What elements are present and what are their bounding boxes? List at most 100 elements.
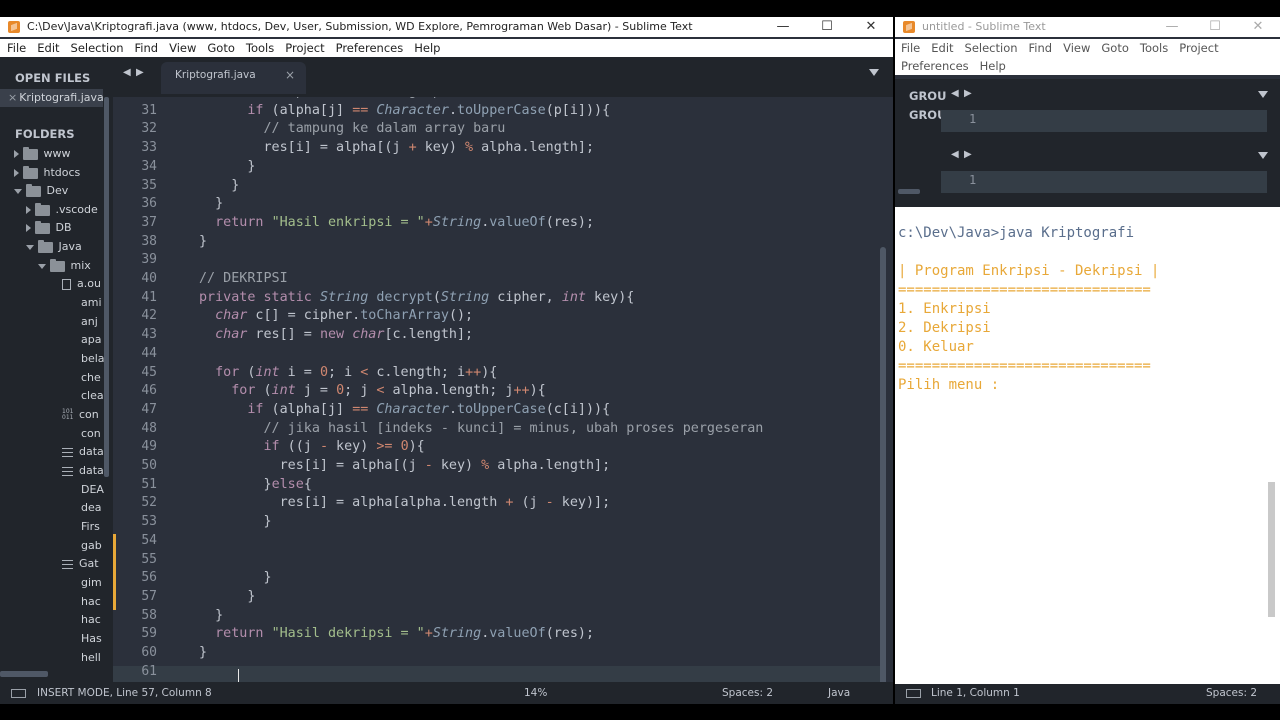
status-syntax[interactable]: Java [828, 682, 850, 704]
menu-tools[interactable]: Tools [246, 39, 274, 57]
code-line: res[i] = alpha[(j - key) % alpha.length]… [199, 458, 611, 473]
folder-label: Java [58, 240, 82, 253]
menu-preferences[interactable]: Preferences [336, 39, 404, 57]
menu-edit[interactable]: Edit [931, 39, 953, 57]
file-item[interactable]: hac [81, 611, 101, 629]
folder-htdocs[interactable]: htdocs [14, 164, 80, 182]
tab-close-icon[interactable]: × [285, 62, 295, 88]
code-line: private static String decrypt(String cip… [199, 290, 635, 305]
console-scrollbar[interactable] [1268, 482, 1275, 617]
menu-goto[interactable]: Goto [207, 39, 235, 57]
line-number: 59 [141, 626, 157, 641]
menu-selection[interactable]: Selection [965, 39, 1018, 57]
tab-dropdown-icon[interactable] [869, 69, 879, 76]
minimize-button[interactable]: — [761, 17, 805, 37]
close-button[interactable]: ✕ [1236, 17, 1280, 37]
dropdown-icon[interactable] [1258, 91, 1268, 98]
close-file-icon[interactable]: × [8, 91, 17, 104]
console-line: Pilih menu : [898, 377, 1000, 393]
menu-view[interactable]: View [1063, 39, 1090, 57]
file-item[interactable]: che [81, 369, 101, 387]
menu-help[interactable]: Help [980, 57, 1006, 75]
folder-www[interactable]: www [14, 145, 71, 163]
file-item[interactable]: hac [81, 593, 101, 611]
file-item[interactable]: Firs [81, 518, 100, 536]
menu-project[interactable]: Project [285, 39, 324, 57]
minimize-button[interactable]: — [1150, 17, 1194, 37]
folder-icon [37, 239, 53, 253]
menu-selection[interactable]: Selection [71, 39, 124, 57]
file-item[interactable]: Has [81, 630, 102, 648]
file-item[interactable]: data [62, 462, 104, 480]
file-item[interactable]: anj [81, 313, 98, 331]
file-item[interactable]: gim [81, 574, 102, 592]
console-window[interactable]: c:\Dev\Java>java Kriptografi | Program E… [895, 207, 1280, 684]
file-item[interactable]: Gat [62, 555, 99, 573]
menu-file[interactable]: File [7, 39, 26, 57]
code-line: if (alpha[j] == Character.toUpperCase(p[… [247, 103, 611, 118]
editor-scrollbar[interactable] [880, 247, 886, 697]
menu-help[interactable]: Help [414, 39, 440, 57]
console-line: ============================== [898, 282, 1151, 298]
folder-db[interactable]: DB [26, 219, 72, 237]
menu-edit[interactable]: Edit [37, 39, 59, 57]
folder-label: .vscode [55, 203, 98, 216]
menu-find[interactable]: Find [1029, 39, 1053, 57]
nav-right-icon[interactable]: ▶ [964, 88, 972, 99]
sidebar-h-scrollbar[interactable] [0, 671, 48, 677]
open-file-item[interactable]: × Kriptografi.java [0, 89, 104, 107]
sidebar-scrollbar[interactable] [104, 97, 109, 477]
file-item[interactable]: bela [81, 350, 105, 368]
line-number: 55 [141, 552, 157, 567]
status-spaces[interactable]: Spaces: 2 [722, 682, 773, 704]
group-panel: GROU GROU ◀ ▶ 1 ◀ ▶ 1 [895, 79, 1280, 207]
menu-find[interactable]: Find [135, 39, 159, 57]
menu-goto[interactable]: Goto [1101, 39, 1129, 57]
folder-dev[interactable]: Dev [14, 182, 68, 200]
maximize-button[interactable]: ☐ [1193, 17, 1237, 37]
menu-project[interactable]: Project [1179, 39, 1218, 57]
code-line: } [199, 196, 224, 211]
code-line: for (int i = 0; i < c.length; i++){ [215, 365, 498, 380]
panel-toggle-icon[interactable] [906, 689, 921, 698]
panel-toggle-icon[interactable] [11, 689, 26, 698]
file-item[interactable]: data [62, 443, 104, 461]
code-editor[interactable]: 30 // komparasi dan tangkap berdasarkan … [113, 97, 893, 697]
tab-kriptografi[interactable]: Kriptografi.java × [161, 62, 306, 94]
tab-nav-right-icon[interactable]: ▶ [136, 67, 144, 78]
sublime-logo-icon [903, 21, 915, 33]
file-item[interactable]: apa [81, 331, 101, 349]
menu-file[interactable]: File [901, 39, 920, 57]
nav-right-icon[interactable]: ▶ [964, 149, 972, 160]
group-editor[interactable]: 1 [941, 110, 1267, 132]
menu-preferences[interactable]: Preferences [901, 57, 969, 75]
file-item[interactable]: a.ou [62, 275, 101, 293]
h-scrollbar[interactable] [898, 189, 920, 194]
file-item[interactable]: 101 011 con [62, 406, 99, 424]
menu-view[interactable]: View [169, 39, 196, 57]
line-number: 38 [141, 234, 157, 249]
text-file-icon [62, 466, 73, 476]
tab-nav-left-icon[interactable]: ◀ [123, 67, 131, 78]
menu-tools[interactable]: Tools [1140, 39, 1168, 57]
folder-mix[interactable]: mix [38, 257, 91, 275]
file-item[interactable]: con [81, 425, 101, 443]
status-spaces[interactable]: Spaces: 2 [1206, 682, 1257, 704]
file-item[interactable]: hell [81, 649, 101, 667]
file-item[interactable]: clea [81, 387, 104, 405]
console-prompt: c:\Dev\Java>java Kriptografi [898, 225, 1135, 241]
file-item[interactable]: DEA [81, 481, 104, 499]
file-item[interactable]: gab [81, 537, 102, 555]
nav-left-icon[interactable]: ◀ [951, 149, 959, 160]
nav-left-icon[interactable]: ◀ [951, 88, 959, 99]
dropdown-icon[interactable] [1258, 152, 1268, 159]
file-item[interactable]: dea [81, 499, 102, 517]
file-label: Firs [81, 520, 100, 533]
close-button[interactable]: ✕ [849, 17, 893, 37]
file-item[interactable]: ami [81, 294, 102, 312]
group-editor[interactable]: 1 [941, 171, 1267, 193]
folder-java[interactable]: Java [26, 238, 82, 256]
folder-vscode[interactable]: .vscode [26, 201, 98, 219]
line-number: 53 [141, 514, 157, 529]
maximize-button[interactable]: ☐ [805, 17, 849, 37]
